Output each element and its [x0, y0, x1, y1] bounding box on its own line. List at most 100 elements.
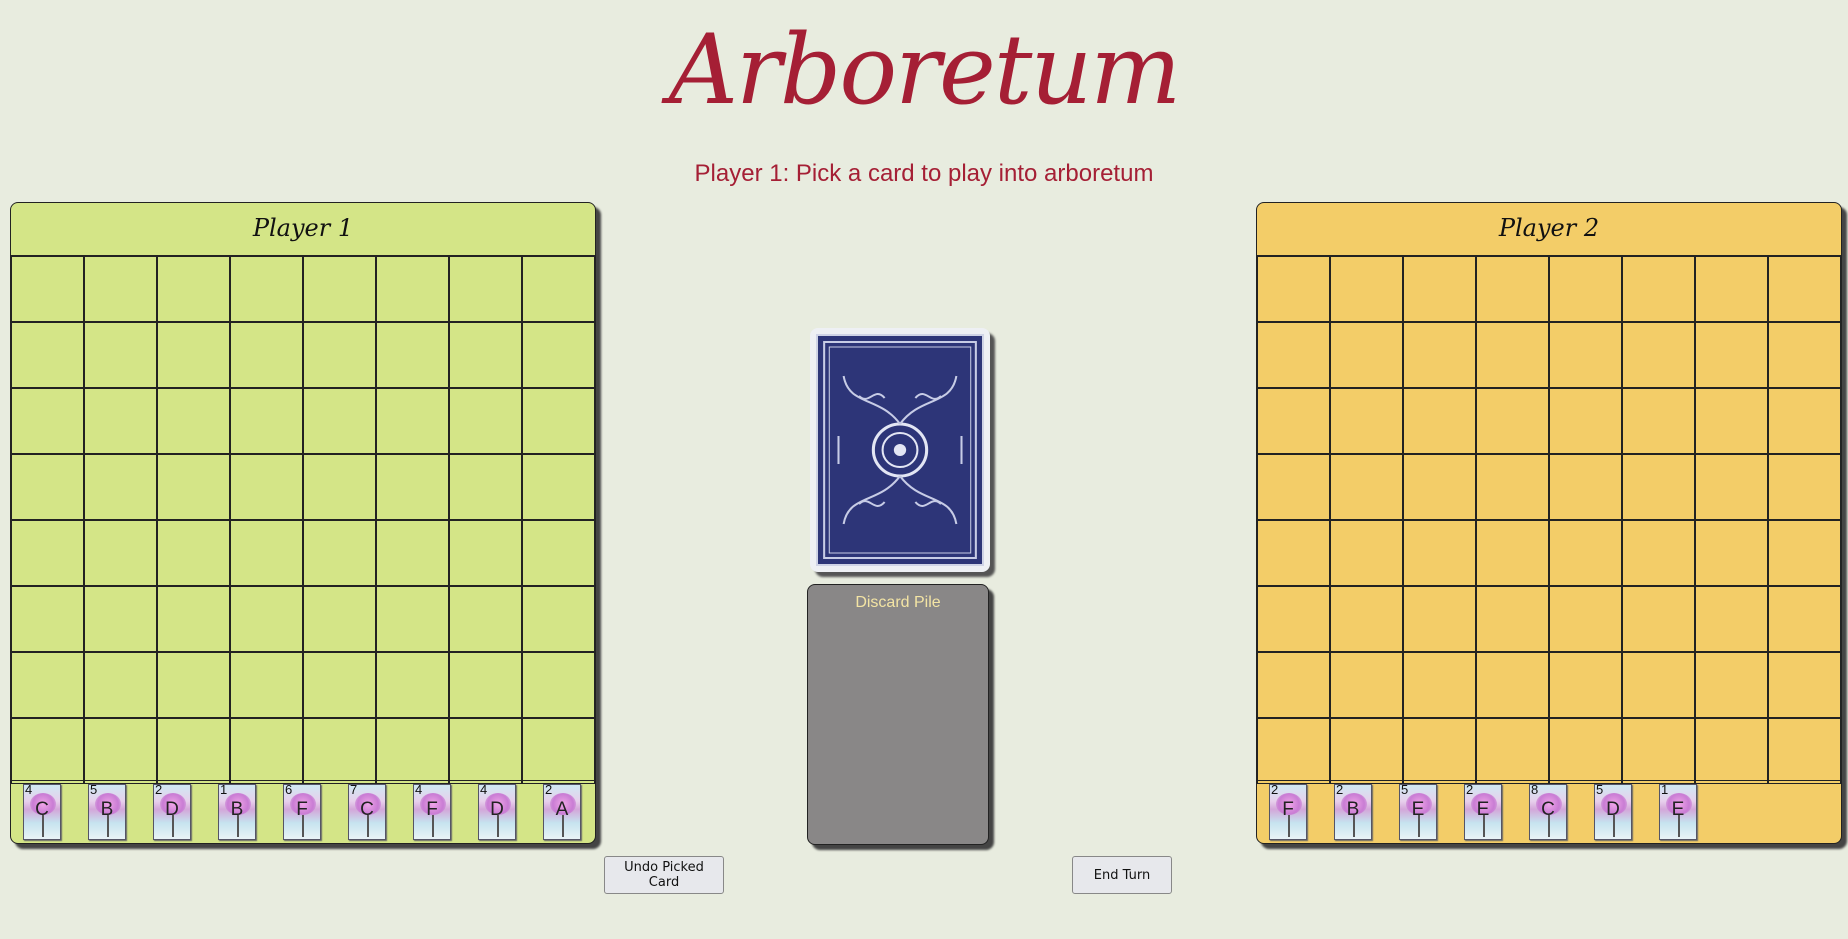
arboretum-slot[interactable] [230, 388, 303, 454]
arboretum-slot[interactable] [84, 520, 157, 586]
arboretum-slot[interactable] [1403, 718, 1476, 784]
arboretum-slot[interactable] [1549, 520, 1622, 586]
arboretum-slot[interactable] [1622, 718, 1695, 784]
arboretum-slot[interactable] [449, 256, 522, 322]
arboretum-slot[interactable] [1403, 586, 1476, 652]
arboretum-slot[interactable] [1257, 388, 1330, 454]
arboretum-slot[interactable] [376, 454, 449, 520]
arboretum-slot[interactable] [303, 322, 376, 388]
arboretum-slot[interactable] [376, 388, 449, 454]
arboretum-slot[interactable] [1768, 652, 1841, 718]
arboretum-slot[interactable] [1403, 256, 1476, 322]
arboretum-slot[interactable] [1549, 454, 1622, 520]
arboretum-slot[interactable] [303, 520, 376, 586]
arboretum-slot[interactable] [1403, 454, 1476, 520]
arboretum-slot[interactable] [230, 718, 303, 784]
arboretum-slot[interactable] [1330, 586, 1403, 652]
arboretum-slot[interactable] [1330, 718, 1403, 784]
hand-card[interactable]: 2E [1464, 782, 1502, 840]
arboretum-slot[interactable] [1330, 388, 1403, 454]
hand-card[interactable]: 4F [413, 782, 451, 840]
arboretum-slot[interactable] [84, 454, 157, 520]
arboretum-slot[interactable] [376, 256, 449, 322]
arboretum-slot[interactable] [11, 652, 84, 718]
arboretum-slot[interactable] [1257, 520, 1330, 586]
arboretum-slot[interactable] [522, 586, 595, 652]
arboretum-slot[interactable] [157, 718, 230, 784]
arboretum-slot[interactable] [1622, 652, 1695, 718]
arboretum-slot[interactable] [1695, 388, 1768, 454]
arboretum-slot[interactable] [1768, 256, 1841, 322]
hand-card[interactable]: 5E [1399, 782, 1437, 840]
arboretum-slot[interactable] [1695, 586, 1768, 652]
arboretum-slot[interactable] [1476, 454, 1549, 520]
arboretum-slot[interactable] [303, 388, 376, 454]
arboretum-slot[interactable] [1549, 718, 1622, 784]
hand-card[interactable]: 7C [348, 782, 386, 840]
arboretum-slot[interactable] [522, 322, 595, 388]
arboretum-slot[interactable] [230, 454, 303, 520]
arboretum-slot[interactable] [1257, 256, 1330, 322]
hand-card[interactable]: 4D [478, 782, 516, 840]
arboretum-slot[interactable] [303, 586, 376, 652]
hand-card[interactable]: 1E [1659, 782, 1697, 840]
discard-pile[interactable]: Discard Pile [807, 584, 989, 845]
arboretum-slot[interactable] [522, 652, 595, 718]
arboretum-slot[interactable] [1768, 520, 1841, 586]
arboretum-slot[interactable] [1549, 586, 1622, 652]
arboretum-slot[interactable] [11, 322, 84, 388]
arboretum-slot[interactable] [1549, 322, 1622, 388]
arboretum-slot[interactable] [157, 388, 230, 454]
hand-card[interactable]: 2A [543, 782, 581, 840]
arboretum-slot[interactable] [522, 520, 595, 586]
arboretum-slot[interactable] [1257, 586, 1330, 652]
hand-card[interactable]: 6F [283, 782, 321, 840]
arboretum-slot[interactable] [1549, 388, 1622, 454]
arboretum-slot[interactable] [1330, 256, 1403, 322]
arboretum-slot[interactable] [157, 322, 230, 388]
arboretum-slot[interactable] [157, 652, 230, 718]
arboretum-slot[interactable] [303, 256, 376, 322]
arboretum-slot[interactable] [11, 586, 84, 652]
arboretum-slot[interactable] [1549, 652, 1622, 718]
hand-card[interactable]: 2D [153, 782, 191, 840]
arboretum-slot[interactable] [230, 322, 303, 388]
arboretum-slot[interactable] [1622, 256, 1695, 322]
arboretum-slot[interactable] [449, 718, 522, 784]
arboretum-slot[interactable] [303, 652, 376, 718]
arboretum-slot[interactable] [1476, 586, 1549, 652]
arboretum-slot[interactable] [1403, 388, 1476, 454]
arboretum-slot[interactable] [1476, 322, 1549, 388]
arboretum-slot[interactable] [11, 256, 84, 322]
arboretum-slot[interactable] [449, 454, 522, 520]
hand-card[interactable]: 4C [23, 782, 61, 840]
arboretum-slot[interactable] [1330, 322, 1403, 388]
arboretum-slot[interactable] [230, 652, 303, 718]
arboretum-slot[interactable] [157, 520, 230, 586]
arboretum-slot[interactable] [84, 256, 157, 322]
arboretum-slot[interactable] [1768, 454, 1841, 520]
arboretum-slot[interactable] [522, 454, 595, 520]
arboretum-slot[interactable] [1768, 388, 1841, 454]
arboretum-slot[interactable] [1403, 652, 1476, 718]
arboretum-slot[interactable] [1768, 322, 1841, 388]
arboretum-slot[interactable] [1330, 454, 1403, 520]
arboretum-slot[interactable] [84, 586, 157, 652]
arboretum-slot[interactable] [1549, 256, 1622, 322]
arboretum-slot[interactable] [1695, 652, 1768, 718]
arboretum-slot[interactable] [157, 256, 230, 322]
arboretum-slot[interactable] [449, 322, 522, 388]
arboretum-slot[interactable] [230, 520, 303, 586]
hand-card[interactable]: 5D [1594, 782, 1632, 840]
undo-picked-card-button[interactable]: Undo Picked Card [604, 856, 724, 894]
hand-card[interactable]: 2F [1269, 782, 1307, 840]
arboretum-slot[interactable] [1622, 454, 1695, 520]
arboretum-slot[interactable] [376, 586, 449, 652]
arboretum-slot[interactable] [157, 454, 230, 520]
arboretum-slot[interactable] [230, 256, 303, 322]
arboretum-slot[interactable] [84, 718, 157, 784]
arboretum-slot[interactable] [376, 322, 449, 388]
arboretum-slot[interactable] [376, 652, 449, 718]
arboretum-slot[interactable] [449, 652, 522, 718]
arboretum-slot[interactable] [449, 520, 522, 586]
